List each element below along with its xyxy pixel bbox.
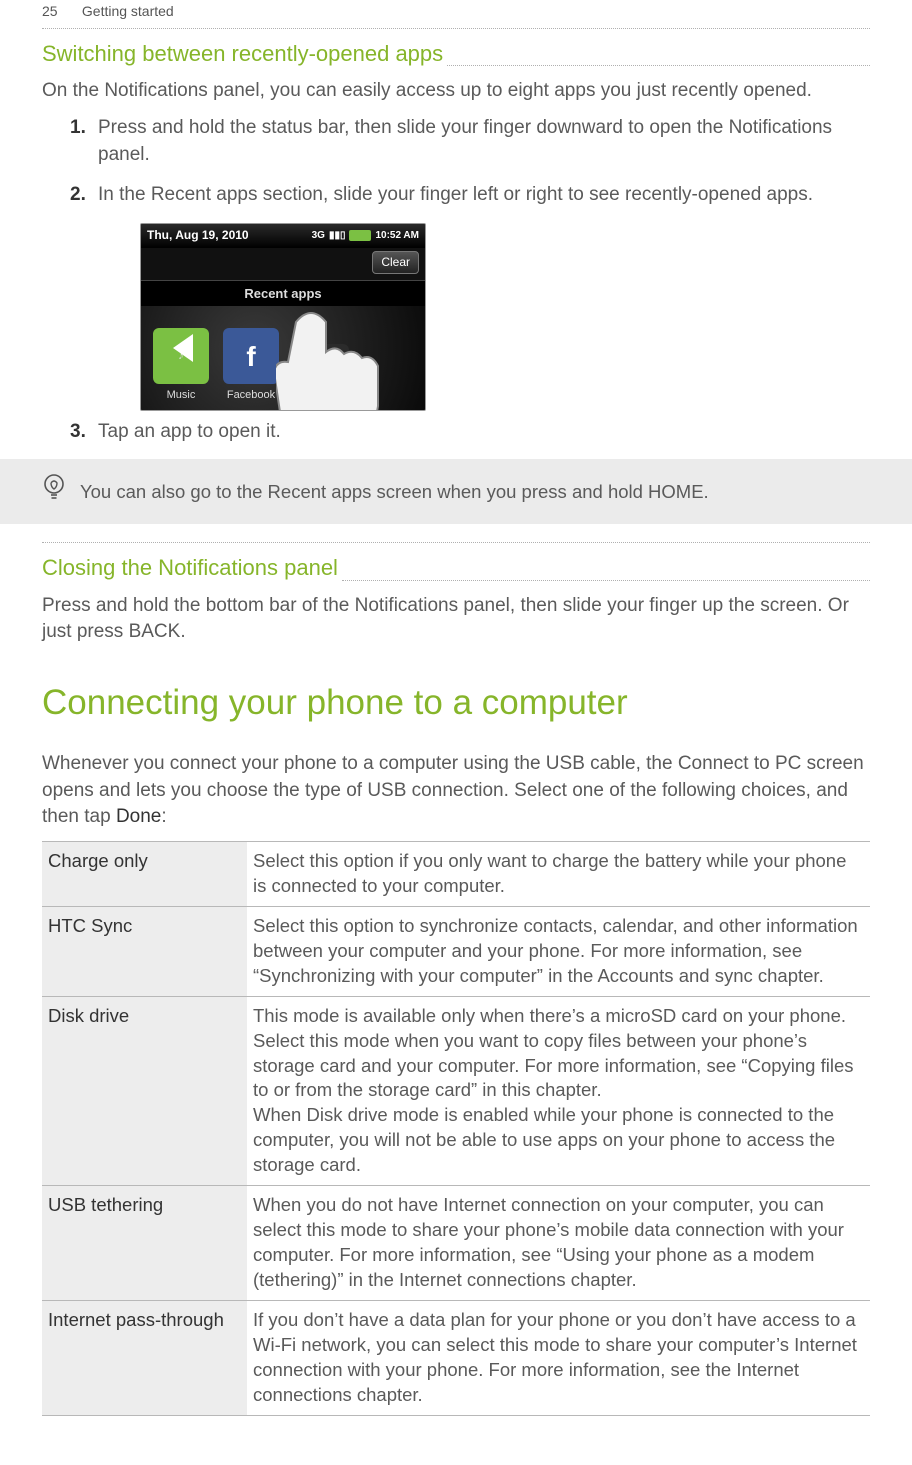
arrow-left-icon: [173, 334, 193, 362]
chapter-heading: Connecting your phone to a computer: [42, 678, 870, 727]
table-row: USB tethering When you do not have Inter…: [42, 1186, 870, 1301]
step-number: 1.: [70, 115, 86, 142]
section-intro: On the Notifications panel, you can easi…: [42, 78, 870, 105]
table-row: HTC Sync Select this option to synchroni…: [42, 906, 870, 996]
option-desc: Select this option to synchronize contac…: [247, 906, 870, 996]
section-body: Press and hold the bottom bar of the Not…: [42, 593, 870, 646]
lightbulb-icon: [42, 473, 66, 510]
section-heading-row: Switching between recently-opened apps: [42, 29, 870, 73]
step-item: 1. Press and hold the status bar, then s…: [98, 115, 870, 168]
table-row: Charge only Select this option if you on…: [42, 841, 870, 906]
section-intro: Whenever you connect your phone to a com…: [42, 751, 870, 831]
step-number: 3.: [70, 419, 86, 446]
arrow-right-icon: [301, 334, 321, 362]
option-label: HTC Sync: [42, 906, 247, 996]
table-row: Disk drive This mode is available only w…: [42, 996, 870, 1186]
app-label: Facebook: [227, 388, 275, 403]
usb-options-table: Charge only Select this option if you on…: [42, 841, 870, 1416]
option-label: Charge only: [42, 841, 247, 906]
facebook-icon: f: [223, 328, 279, 384]
step-text: Press and hold the status bar, then slid…: [98, 117, 832, 165]
tip-callout: You can also go to the Recent apps scree…: [0, 459, 912, 524]
option-desc: This mode is available only when there’s…: [247, 996, 870, 1186]
step-text: In the Recent apps section, slide your f…: [98, 184, 813, 205]
section-heading: Switching between recently-opened apps: [42, 29, 443, 73]
option-label: USB tethering: [42, 1186, 247, 1301]
option-desc: If you don’t have a data plan for your p…: [247, 1301, 870, 1416]
tip-text: You can also go to the Recent apps scree…: [80, 479, 709, 505]
table-row: Internet pass-through If you don’t have …: [42, 1301, 870, 1416]
recent-apps-label: Recent apps: [141, 280, 425, 308]
manual-page: 25 Getting started Switching between rec…: [0, 0, 912, 1436]
dotted-fill: [342, 580, 870, 581]
app-tile: [289, 344, 353, 404]
done-label: Done: [116, 806, 161, 827]
intro-text-post: :: [161, 806, 166, 827]
step-item: 2. In the Recent apps section, slide you…: [98, 182, 870, 209]
status-time: 10:52 AM: [375, 229, 419, 243]
section-heading-row: Closing the Notifications panel: [42, 543, 870, 587]
status-icons: 3G ▮▮▯ 10:52 AM: [312, 229, 419, 243]
option-desc: Select this option if you only want to c…: [247, 841, 870, 906]
clear-button: Clear: [372, 251, 419, 274]
section-heading: Closing the Notifications panel: [42, 543, 338, 587]
step-text: Tap an app to open it.: [98, 421, 281, 442]
chapter-title: Getting started: [82, 3, 174, 19]
signal-icon: ▮▮▯: [329, 229, 346, 243]
spacer: [42, 524, 870, 542]
option-label: Disk drive: [42, 996, 247, 1186]
step-item: 3. Tap an app to open it.: [98, 419, 870, 446]
steps-list-cont: 3. Tap an app to open it.: [98, 419, 870, 446]
page-number: 25: [42, 2, 78, 22]
dotted-fill: [447, 65, 870, 66]
phone-screenshot: Thu, Aug 19, 2010 3G ▮▮▯ 10:52 AM Clear …: [140, 223, 426, 411]
battery-icon: [349, 230, 371, 241]
step-number: 2.: [70, 182, 86, 209]
steps-list: 1. Press and hold the status bar, then s…: [98, 115, 870, 209]
status-date: Thu, Aug 19, 2010: [147, 227, 249, 244]
option-desc: When you do not have Internet connection…: [247, 1186, 870, 1301]
option-label: Internet pass-through: [42, 1301, 247, 1416]
app-label: Music: [167, 388, 196, 403]
page-header: 25 Getting started: [0, 0, 912, 28]
app-tile: f Facebook: [219, 328, 283, 403]
status-bar: Thu, Aug 19, 2010 3G ▮▮▯ 10:52 AM: [141, 224, 425, 248]
network-icon: 3G: [312, 229, 325, 243]
